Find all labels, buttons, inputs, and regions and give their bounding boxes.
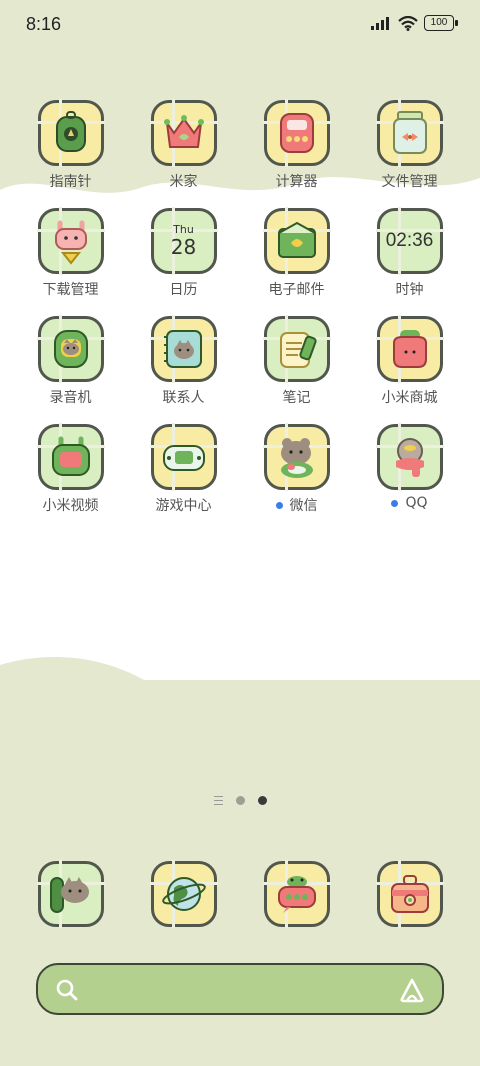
status-bar: 8:16 100 xyxy=(0,0,480,52)
app-notes[interactable]: 笔记 xyxy=(240,315,353,407)
wifi-icon xyxy=(398,15,418,31)
calendar-icon: Thu 28 xyxy=(149,207,218,275)
compass-backpack-icon xyxy=(36,99,105,167)
search-input[interactable] xyxy=(88,975,382,1005)
app-wechat[interactable]: 微信 xyxy=(240,423,353,515)
signal-icon xyxy=(371,17,389,30)
app-calendar[interactable]: Thu 28 日历 xyxy=(127,207,240,299)
clock-icon: 02:36 xyxy=(375,207,444,275)
search-bar[interactable] xyxy=(36,963,444,1015)
dock-messages[interactable] xyxy=(240,860,353,928)
clock-time: 02:36 xyxy=(385,230,434,251)
notes-icon xyxy=(262,315,331,383)
app-qq[interactable]: QQ xyxy=(353,423,466,515)
app-contacts[interactable]: 联系人 xyxy=(127,315,240,407)
app-compass[interactable]: 指南针 xyxy=(14,99,127,191)
notification-dot xyxy=(275,501,283,509)
app-label: 下载管理 xyxy=(42,282,99,298)
app-grid: 指南针 米家 计算器 文件管理 下载管理 Thu 28 日历 电子邮件 02:3… xyxy=(14,99,466,515)
app-label: 小米商城 xyxy=(381,390,438,406)
tv-bunny-icon xyxy=(36,423,105,491)
app-label: 指南针 xyxy=(49,174,92,190)
app-label: 日历 xyxy=(169,282,198,298)
page-dot[interactable] xyxy=(235,796,245,805)
crown-icon xyxy=(149,99,218,167)
search-icon[interactable] xyxy=(55,978,79,1002)
app-mi-video[interactable]: 小米视频 xyxy=(14,423,127,515)
app-calculator[interactable]: 计算器 xyxy=(240,99,353,191)
bunny-download-icon xyxy=(36,207,105,275)
cat-phone-icon xyxy=(36,860,105,928)
calculator-icon xyxy=(262,99,331,167)
battery-icon: 100 xyxy=(424,15,458,31)
toolbox-icon xyxy=(375,860,444,928)
app-file-manager[interactable]: 文件管理 xyxy=(353,99,466,191)
app-label: 文件管理 xyxy=(381,174,438,190)
app-mi-store[interactable]: 小米商城 xyxy=(353,315,466,407)
page-list-icon[interactable] xyxy=(213,796,223,805)
app-label: 电子邮件 xyxy=(268,282,325,298)
notification-dot xyxy=(391,499,399,507)
dock-app-store[interactable] xyxy=(353,860,466,928)
app-clock[interactable]: 02:36 时钟 xyxy=(353,207,466,299)
cat-contacts-icon xyxy=(149,315,218,383)
page-indicator xyxy=(0,796,480,805)
dock-phone[interactable] xyxy=(14,860,127,928)
page-dot-active[interactable] xyxy=(257,796,267,805)
app-label: 游戏中心 xyxy=(155,498,212,514)
app-label: QQ xyxy=(405,495,428,511)
assistant-icon[interactable] xyxy=(398,977,426,1003)
app-download-manager[interactable]: 下载管理 xyxy=(14,207,127,299)
app-mijia[interactable]: 米家 xyxy=(127,99,240,191)
app-label: 米家 xyxy=(169,174,198,190)
dock-browser[interactable] xyxy=(127,860,240,928)
app-game-center[interactable]: 游戏中心 xyxy=(127,423,240,515)
globe-icon xyxy=(149,860,218,928)
shopping-bag-icon xyxy=(375,315,444,383)
cat-recorder-icon xyxy=(36,315,105,383)
app-recorder[interactable]: 录音机 xyxy=(14,315,127,407)
app-label: 小米视频 xyxy=(42,498,99,514)
frog-messages-icon xyxy=(262,860,331,928)
calendar-day: 28 xyxy=(170,235,197,259)
envelope-icon xyxy=(262,207,331,275)
dock xyxy=(14,860,466,928)
app-label: 时钟 xyxy=(395,282,424,298)
bear-chat-icon xyxy=(262,423,331,491)
penguin-scarf-icon xyxy=(375,423,444,491)
status-time: 8:16 xyxy=(26,14,62,34)
app-label: 微信 xyxy=(289,498,318,514)
game-controller-icon xyxy=(149,423,218,491)
app-label: 录音机 xyxy=(49,390,92,406)
app-email[interactable]: 电子邮件 xyxy=(240,207,353,299)
app-label: 笔记 xyxy=(282,390,311,406)
app-label: 计算器 xyxy=(275,174,318,190)
file-jar-icon xyxy=(375,99,444,167)
app-label: 联系人 xyxy=(162,390,205,406)
